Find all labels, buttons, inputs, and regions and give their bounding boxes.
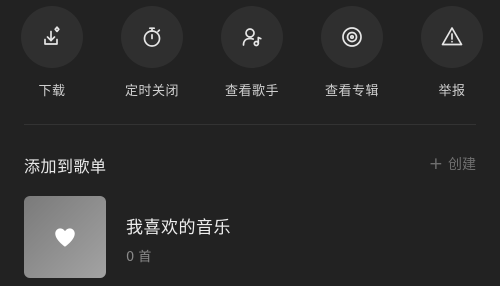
singer-circle (221, 6, 283, 68)
divider (24, 124, 476, 125)
playlist-cover (24, 196, 106, 278)
timer-off-label: 定时关闭 (124, 84, 179, 99)
action-bar: 下载 定时关闭 查看歌手 查看专辑 举报 (0, 0, 500, 110)
view-album-button[interactable]: 查看专辑 (312, 6, 392, 106)
report-button[interactable]: 举报 (412, 6, 492, 106)
create-playlist-button[interactable]: + 创建 (429, 154, 476, 174)
playlist-name: 我喜欢的音乐 (126, 218, 231, 238)
view-singer-button[interactable]: 查看歌手 (212, 6, 292, 106)
timer-icon (143, 27, 161, 47)
timer-circle (121, 6, 183, 68)
add-to-playlist-title: 添加到歌单 (24, 157, 107, 176)
timer-off-button[interactable]: 定时关闭 (112, 6, 192, 106)
plus-icon: + (428, 153, 443, 174)
create-playlist-label: 创建 (448, 157, 476, 173)
download-icon (44, 26, 60, 45)
report-label: 举报 (438, 84, 466, 99)
report-circle (421, 6, 483, 68)
view-singer-label: 查看歌手 (224, 84, 279, 99)
singer-icon (242, 28, 262, 47)
report-icon (441, 27, 463, 46)
album-icon (342, 27, 362, 47)
download-button[interactable]: 下载 (12, 6, 92, 106)
download-circle (21, 6, 83, 68)
album-circle (321, 6, 383, 68)
download-label: 下载 (38, 84, 66, 99)
playlist-item[interactable]: 我喜欢的音乐 0 首 (24, 196, 476, 278)
view-album-label: 查看专辑 (324, 84, 379, 99)
playlist-song-count: 0 首 (126, 250, 152, 265)
heart-icon (55, 228, 75, 247)
